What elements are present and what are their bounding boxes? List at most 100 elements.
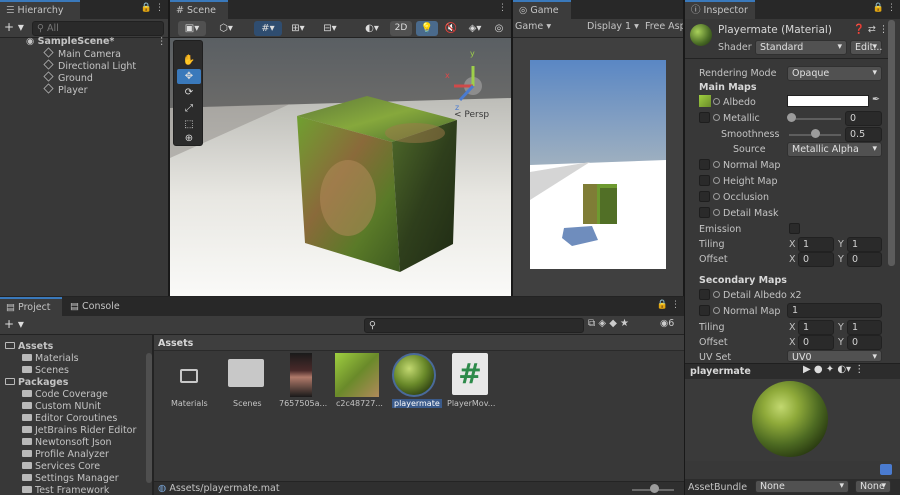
tiling-x-input[interactable]: 1	[798, 237, 834, 252]
game-view-dropdown[interactable]: Game ▾	[515, 21, 551, 32]
occlusion-slot[interactable]	[699, 191, 710, 202]
tab-inspector[interactable]: ⓘ Inspector	[685, 0, 755, 19]
source-dropdown[interactable]: Metallic Alpha	[787, 142, 882, 157]
asset-tile[interactable]: c2c48727...	[334, 351, 383, 411]
smoothness-slider-handle[interactable]	[811, 129, 820, 138]
rendering-mode-dropdown[interactable]: Opaque	[787, 66, 882, 81]
aspect-dropdown[interactable]: Free Asp	[645, 21, 683, 32]
scene-viewport[interactable]: x y z	[170, 38, 511, 296]
hierarchy-item[interactable]: Main Camera	[43, 47, 121, 60]
label-icon[interactable]	[880, 464, 892, 475]
asset-tile[interactable]: Scenes	[225, 351, 267, 411]
tree-item[interactable]: Newtonsoft Json	[22, 437, 112, 449]
transform-tool-icon[interactable]: ⊕	[177, 131, 201, 146]
assetbundle-dropdown[interactable]: None	[755, 480, 849, 493]
tab-game[interactable]: ◎ Game	[513, 0, 571, 19]
audio-icon[interactable]: 🔇	[442, 21, 460, 36]
help-icon[interactable]: ❓ ⇄ ⋮	[853, 24, 888, 35]
toggle-2d-button[interactable]: 2D	[390, 21, 412, 36]
eyedropper-icon[interactable]: ✒	[872, 94, 880, 105]
rotate-tool-icon[interactable]: ⟳	[177, 85, 201, 100]
offset2-x-input[interactable]: 0	[798, 335, 834, 350]
tree-item[interactable]: Profile Analyzer	[22, 449, 109, 461]
hierarchy-item[interactable]: Ground	[43, 71, 93, 84]
tiling-y-input[interactable]: 1	[847, 237, 882, 252]
metallic-texture-slot[interactable]	[699, 112, 710, 123]
tree-item[interactable]: Test Framework	[22, 485, 109, 495]
effects-icon[interactable]: ◈▾	[464, 21, 486, 36]
detail-albedo-slot[interactable]	[699, 289, 710, 300]
normal-map-slot[interactable]	[699, 159, 710, 170]
main-splitter[interactable]	[0, 296, 684, 297]
render-mode-icon[interactable]: ◐▾	[358, 21, 386, 36]
scene-root[interactable]: ◉ SampleScene*	[26, 36, 114, 48]
tab-scene[interactable]: # Scene	[170, 0, 228, 19]
tree-item[interactable]: Custom NUnit	[22, 401, 101, 413]
height-map-slot[interactable]	[699, 175, 710, 186]
asset-tile[interactable]: 7657505a...	[279, 351, 327, 411]
tree-item[interactable]: Materials	[22, 353, 79, 365]
move-tool-icon[interactable]: ✥	[177, 69, 201, 84]
assets-breadcrumb[interactable]: Assets	[158, 338, 193, 349]
cube-object[interactable]	[297, 96, 457, 272]
uv-set-dropdown[interactable]: UV0	[787, 350, 882, 362]
search-filter-icons[interactable]: ⧉ ◈ ◆ ★	[588, 318, 629, 329]
offset2-y-input[interactable]: 0	[847, 335, 882, 350]
asset-tile-selected[interactable]: playermate	[390, 351, 442, 411]
project-splitter[interactable]	[152, 335, 154, 495]
normal-map-2-slot[interactable]	[699, 305, 710, 316]
detail-mask-slot[interactable]	[699, 207, 710, 218]
metallic-value[interactable]: 0	[845, 111, 882, 126]
tree-item[interactable]: Settings Manager	[22, 473, 119, 485]
hierarchy-item[interactable]: Player	[43, 83, 88, 96]
hierarchy-item[interactable]: Directional Light	[43, 59, 136, 72]
tree-item[interactable]: Code Coverage	[22, 389, 108, 401]
panel-menu-icon[interactable]: 🔒 ⋮	[141, 3, 164, 13]
increment-icon[interactable]: ⊟▾	[316, 21, 344, 36]
tree-item[interactable]: Editor Coroutines	[22, 413, 117, 425]
preview-controls-icon[interactable]: ▶ ● ✦ ◐▾ ⋮	[803, 364, 864, 375]
hierarchy-search-input[interactable]: ⚲ All	[32, 21, 164, 36]
smoothness-value[interactable]: 0.5	[845, 127, 882, 142]
game-viewport[interactable]	[530, 60, 666, 269]
tree-item-packages[interactable]: Packages	[5, 377, 68, 389]
tab-hierarchy[interactable]: ☰ Hierarchy	[0, 0, 80, 19]
tab-project[interactable]: ▤ Project	[0, 297, 62, 316]
shading-icon[interactable]: ⬡▾	[212, 21, 240, 36]
persp-label[interactable]: < Persp	[454, 110, 489, 120]
asset-tile[interactable]: Materials	[168, 351, 210, 411]
edit-shader-button[interactable]: Edit...	[850, 40, 882, 55]
panel-menu-icon[interactable]: ⋮	[498, 3, 507, 13]
asset-tile[interactable]: # PlayerMov...	[446, 351, 496, 411]
tree-item[interactable]: Scenes	[22, 365, 69, 377]
draw-mode-icon[interactable]: ▣▾	[178, 21, 206, 36]
shader-dropdown[interactable]: Standard	[755, 40, 847, 55]
rect-tool-icon[interactable]: ⬚	[177, 117, 201, 132]
add-icon[interactable]: + ▾	[4, 20, 24, 34]
inspector-scrollbar[interactable]	[888, 20, 895, 266]
tiling2-y-input[interactable]: 1	[847, 320, 882, 335]
scene-menu-icon[interactable]: ⋮	[157, 36, 167, 47]
albedo-color-field[interactable]	[787, 95, 869, 107]
zoom-slider-handle[interactable]	[650, 484, 659, 493]
normal-map-2-scale[interactable]: 1	[787, 303, 882, 318]
tab-console[interactable]: ▤ Console	[64, 297, 126, 316]
tree-item[interactable]: JetBrains Rider Editor	[22, 425, 136, 437]
metallic-slider-handle[interactable]	[787, 113, 796, 122]
offset-y-input[interactable]: 0	[847, 252, 882, 267]
lighting-icon[interactable]: 💡	[416, 21, 438, 36]
tree-item-assets[interactable]: Assets	[5, 341, 53, 353]
scale-tool-icon[interactable]: ⤢	[177, 101, 201, 116]
panel-menu-icon[interactable]: 🔒 ⋮	[873, 3, 896, 13]
panel-menu-icon[interactable]: 🔒 ⋮	[657, 300, 680, 310]
emission-checkbox[interactable]	[789, 223, 800, 234]
albedo-texture-thumb[interactable]	[699, 95, 711, 107]
snap-icon[interactable]: ⊞▾	[284, 21, 312, 36]
display-dropdown[interactable]: Display 1 ▾	[587, 21, 639, 32]
tree-item[interactable]: Services Core	[22, 461, 100, 473]
hidden-objects-icon[interactable]: ◎	[490, 21, 508, 36]
hidden-packages-count[interactable]: ◉6	[660, 318, 674, 329]
add-icon[interactable]: + ▾	[4, 317, 24, 331]
hand-tool-icon[interactable]: ✋	[177, 53, 201, 68]
offset-x-input[interactable]: 0	[798, 252, 834, 267]
